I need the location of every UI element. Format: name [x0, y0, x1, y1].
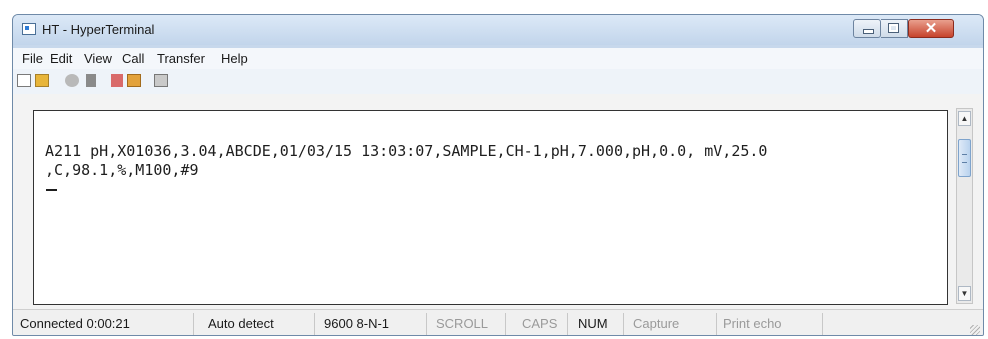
grip-icon: [962, 154, 967, 163]
scroll-up-icon[interactable]: ▲: [958, 111, 971, 126]
terminal-area: A211 pH,X01036,3.04,ABCDE,01/03/15 13:03…: [13, 94, 983, 309]
status-scroll: SCROLL: [432, 313, 506, 335]
close-button[interactable]: ✕: [908, 19, 954, 38]
status-capture: Capture: [629, 313, 717, 335]
status-connected: Connected 0:00:21: [16, 313, 194, 335]
status-bar: Connected 0:00:21 Auto detect 9600 8-N-1…: [13, 309, 983, 335]
menu-view[interactable]: View: [84, 51, 112, 66]
terminal-line-1: A211 pH,X01036,3.04,ABCDE,01/03/15 13:03…: [45, 142, 768, 160]
minimize-button[interactable]: [853, 19, 881, 38]
resize-grip-icon[interactable]: [970, 325, 980, 335]
menu-call[interactable]: Call: [122, 51, 144, 66]
scroll-down-icon[interactable]: ▼: [958, 286, 971, 301]
menu-file[interactable]: File: [22, 51, 43, 66]
status-caps: CAPS: [518, 313, 568, 335]
status-num: NUM: [574, 313, 624, 335]
cropped-caption: [0, 0, 988, 4]
terminal-line-2: ,C,98.1,%,M100,#9: [45, 161, 199, 179]
toolbar: [13, 69, 983, 95]
status-settings: 9600 8-N-1: [320, 313, 427, 335]
app-icon[interactable]: [22, 23, 36, 35]
properties-icon[interactable]: [154, 74, 168, 87]
minimize-icon: [863, 29, 874, 34]
menu-transfer[interactable]: Transfer: [157, 51, 205, 66]
dial-icon[interactable]: [86, 74, 96, 87]
new-icon[interactable]: [17, 74, 31, 87]
menu-bar: File Edit View Call Transfer Help: [13, 48, 983, 69]
disconnect-icon[interactable]: [65, 74, 79, 87]
title-bar[interactable]: HT - HyperTerminal ✕: [13, 15, 983, 45]
terminal-screen[interactable]: A211 pH,X01036,3.04,ABCDE,01/03/15 13:03…: [33, 110, 948, 305]
menu-edit[interactable]: Edit: [50, 51, 72, 66]
status-detect: Auto detect: [204, 313, 315, 335]
send-icon[interactable]: [111, 74, 123, 87]
vertical-scrollbar[interactable]: ▲ ▼: [956, 108, 973, 304]
window-title: HT - HyperTerminal: [42, 22, 155, 37]
open-icon[interactable]: [35, 74, 49, 87]
maximize-icon: [888, 23, 899, 33]
maximize-button[interactable]: [881, 19, 908, 38]
hyperterminal-window: HT - HyperTerminal ✕ File Edit View Call…: [12, 14, 984, 336]
text-cursor: [46, 189, 57, 191]
close-icon: ✕: [924, 20, 938, 37]
receive-icon[interactable]: [127, 74, 141, 87]
status-echo: Print echo: [719, 313, 823, 335]
scroll-thumb[interactable]: [958, 139, 971, 177]
menu-help[interactable]: Help: [221, 51, 248, 66]
